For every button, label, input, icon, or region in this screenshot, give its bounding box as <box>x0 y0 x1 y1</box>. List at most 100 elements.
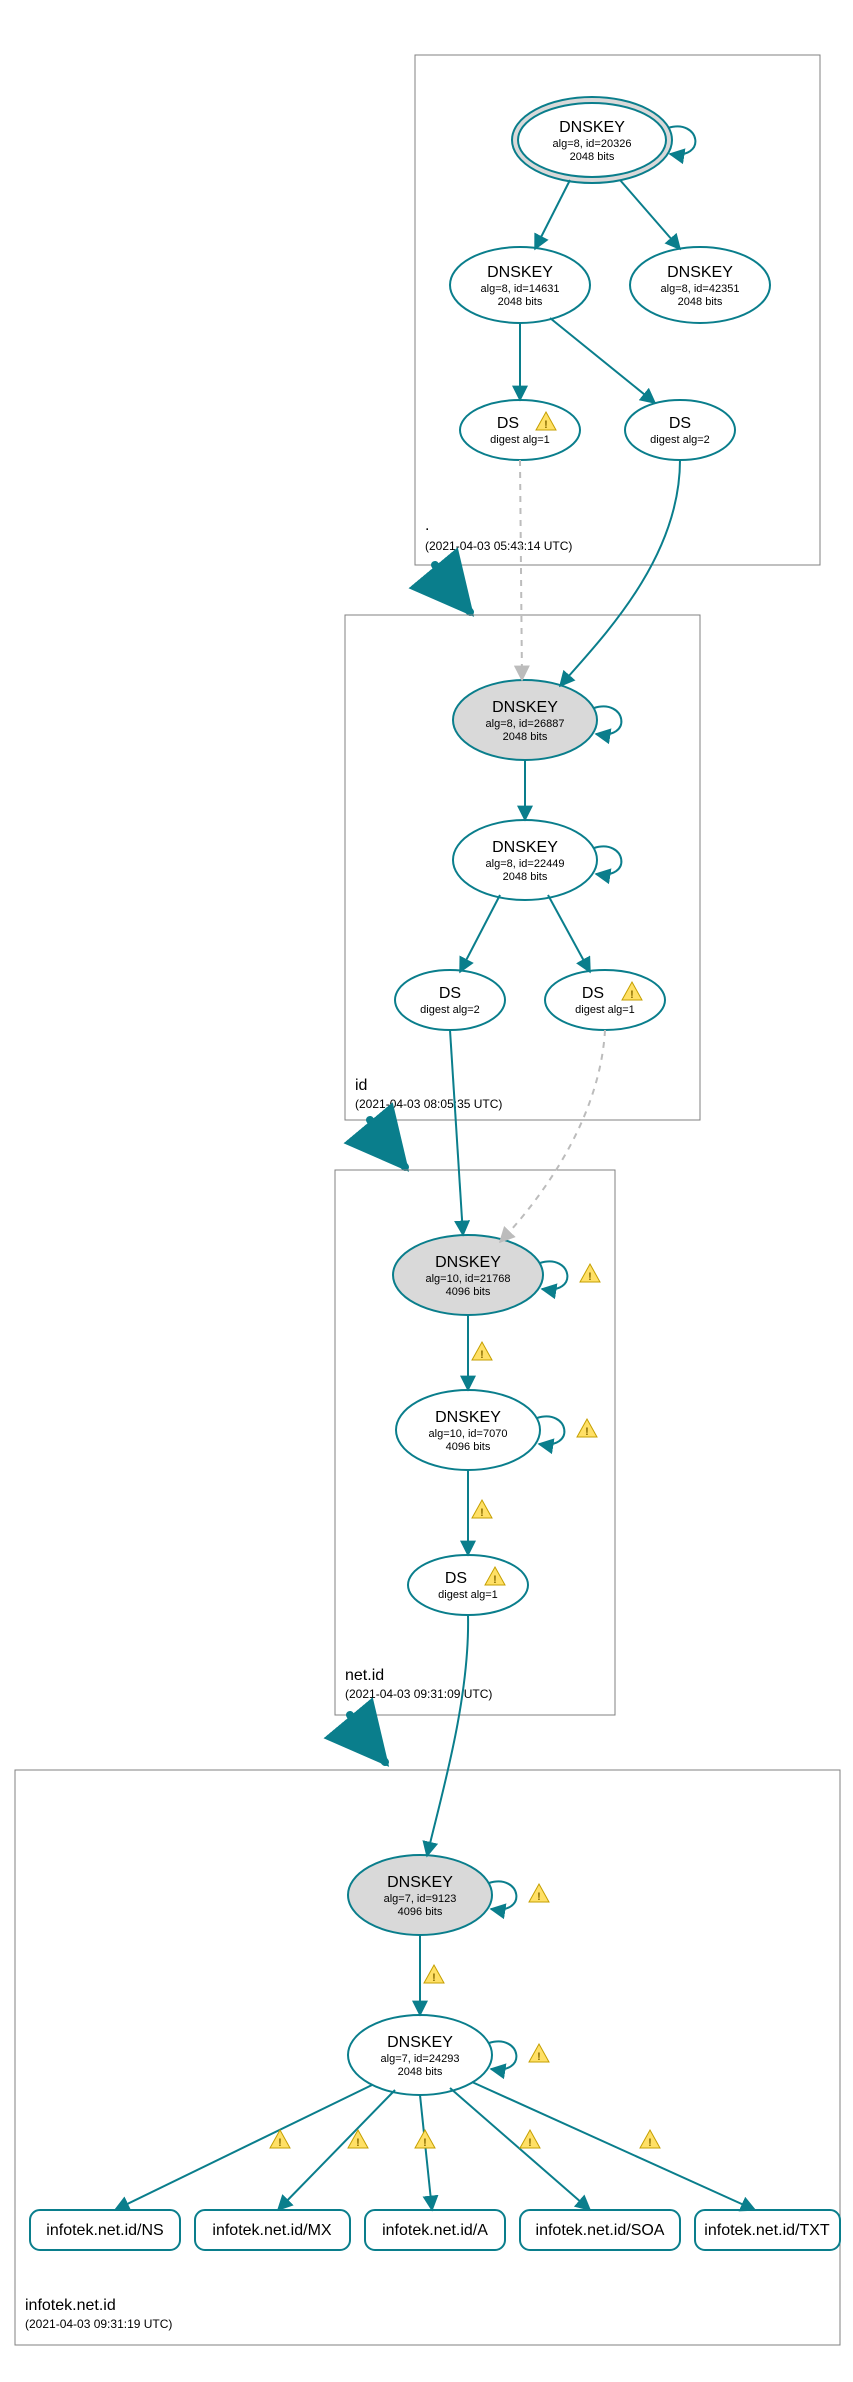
svg-text:DNSKEY: DNSKEY <box>559 119 625 136</box>
svg-text:alg=10, id=7070: alg=10, id=7070 <box>429 1428 508 1440</box>
svg-text:digest alg=2: digest alg=2 <box>420 1004 480 1016</box>
zone-infotek-timestamp: (2021-04-03 09:31:19 UTC) <box>25 2317 172 2331</box>
rrset-soa[interactable]: infotek.net.id/SOA <box>520 2210 680 2250</box>
svg-text:alg=8, id=20326: alg=8, id=20326 <box>553 138 632 150</box>
node-id-ds2[interactable]: DS digest alg=2 <box>395 970 505 1030</box>
rrset-a[interactable]: infotek.net.id/A <box>365 2210 505 2250</box>
edge-idzsk-ds2 <box>460 895 500 972</box>
svg-text:digest alg=1: digest alg=1 <box>438 1589 498 1601</box>
svg-text:DS: DS <box>497 415 519 432</box>
zone-id-timestamp: (2021-04-03 08:05:35 UTC) <box>355 1097 502 1111</box>
node-root-ds2[interactable]: DS digest alg=2 <box>625 400 735 460</box>
node-netid-ksk[interactable]: DNSKEY alg=10, id=21768 4096 bits <box>393 1235 543 1315</box>
warning-icon: ! <box>529 1884 549 1903</box>
svg-text:infotek.net.id/NS: infotek.net.id/NS <box>46 2222 163 2239</box>
svg-text:!: ! <box>423 2137 427 2149</box>
warning-icon: ! <box>577 1419 597 1438</box>
svg-text:2048 bits: 2048 bits <box>570 151 615 163</box>
node-root-ds1[interactable]: DS digest alg=1 <box>460 400 580 460</box>
warning-icon: ! <box>424 1965 444 1984</box>
svg-text:!: ! <box>648 2137 652 2149</box>
node-root-zsk2[interactable]: DNSKEY alg=8, id=42351 2048 bits <box>630 247 770 323</box>
edge-netidds-infksk <box>427 1615 468 1856</box>
svg-text:!: ! <box>537 2051 541 2063</box>
warning-icon: ! <box>529 2044 549 2063</box>
svg-text:!: ! <box>278 2137 282 2149</box>
svg-text:4096 bits: 4096 bits <box>398 1906 443 1918</box>
svg-text:DNSKEY: DNSKEY <box>435 1254 501 1271</box>
edge-infksk-self <box>489 1881 516 1909</box>
edge-idksk-self <box>594 706 621 734</box>
edge-delegation-root-id <box>435 565 470 612</box>
edge-infzsk-ns <box>115 2085 372 2210</box>
node-root-zsk1[interactable]: DNSKEY alg=8, id=14631 2048 bits <box>450 247 590 323</box>
edge-idzsk-ds1 <box>548 895 590 972</box>
dnssec-graph: . (2021-04-03 05:43:14 UTC) DNSKEY alg=8… <box>0 0 853 2382</box>
warning-icon: ! <box>415 2130 435 2149</box>
zone-root-label: . <box>425 517 429 534</box>
node-root-ksk[interactable]: DNSKEY alg=8, id=20326 2048 bits <box>512 97 672 183</box>
svg-text:2048 bits: 2048 bits <box>503 731 548 743</box>
rrset-mx[interactable]: infotek.net.id/MX <box>195 2210 350 2250</box>
svg-text:digest alg=1: digest alg=1 <box>490 434 550 446</box>
zone-id: id (2021-04-03 08:05:35 UTC) DNSKEY alg=… <box>345 460 700 1120</box>
zone-netid-timestamp: (2021-04-03 09:31:09 UTC) <box>345 1687 492 1701</box>
svg-text:!: ! <box>588 1271 592 1283</box>
svg-text:DNSKEY: DNSKEY <box>387 2034 453 2051</box>
edge-infzsk-mx <box>278 2090 395 2210</box>
svg-text:alg=7, id=24293: alg=7, id=24293 <box>381 2053 460 2065</box>
svg-text:alg=7, id=9123: alg=7, id=9123 <box>384 1893 457 1905</box>
node-netid-zsk[interactable]: DNSKEY alg=10, id=7070 4096 bits <box>396 1390 540 1470</box>
svg-text:!: ! <box>630 989 634 1001</box>
svg-text:DNSKEY: DNSKEY <box>435 1409 501 1426</box>
edge-delegation-id-netid <box>370 1120 405 1167</box>
node-id-ksk[interactable]: DNSKEY alg=8, id=26887 2048 bits <box>453 680 597 760</box>
node-id-ds1[interactable]: DS digest alg=1 <box>545 970 665 1030</box>
svg-text:2048 bits: 2048 bits <box>498 296 543 308</box>
svg-text:2048 bits: 2048 bits <box>398 2066 443 2078</box>
zone-netid-label: net.id <box>345 1667 384 1684</box>
svg-text:DS: DS <box>445 1570 467 1587</box>
svg-text:alg=8, id=14631: alg=8, id=14631 <box>481 283 560 295</box>
warning-icon: ! <box>348 2130 368 2149</box>
zone-id-label: id <box>355 1077 367 1094</box>
zone-infotek-label: infotek.net.id <box>25 2297 116 2314</box>
svg-text:2048 bits: 2048 bits <box>503 871 548 883</box>
node-id-zsk[interactable]: DNSKEY alg=8, id=22449 2048 bits <box>453 820 597 900</box>
svg-text:DNSKEY: DNSKEY <box>387 1874 453 1891</box>
edge-rootksk-zsk2 <box>620 180 680 249</box>
edge-netidksk-self <box>540 1261 567 1289</box>
svg-text:alg=8, id=26887: alg=8, id=26887 <box>486 718 565 730</box>
node-inf-zsk[interactable]: DNSKEY alg=7, id=24293 2048 bits <box>348 2015 492 2095</box>
edge-infzsk-soa <box>450 2088 590 2210</box>
svg-text:DS: DS <box>582 985 604 1002</box>
rrset-txt[interactable]: infotek.net.id/TXT <box>695 2210 840 2250</box>
zone-infotek: infotek.net.id (2021-04-03 09:31:19 UTC)… <box>15 1615 840 2345</box>
svg-text:!: ! <box>480 1507 484 1519</box>
svg-text:!: ! <box>493 1574 497 1586</box>
svg-text:DNSKEY: DNSKEY <box>492 839 558 856</box>
svg-text:!: ! <box>528 2137 532 2149</box>
rrset-ns[interactable]: infotek.net.id/NS <box>30 2210 180 2250</box>
zone-root: . (2021-04-03 05:43:14 UTC) DNSKEY alg=8… <box>415 55 820 565</box>
edge-infzsk-a <box>420 2095 432 2210</box>
svg-text:4096 bits: 4096 bits <box>446 1286 491 1298</box>
edge-rootds1-idksk <box>520 460 522 680</box>
edge-idds1-netidksk <box>500 1030 605 1242</box>
warning-icon: ! <box>640 2130 660 2149</box>
svg-text:!: ! <box>480 1349 484 1361</box>
svg-text:4096 bits: 4096 bits <box>446 1441 491 1453</box>
warning-icon: ! <box>472 1342 492 1361</box>
warning-icon: ! <box>580 1264 600 1283</box>
svg-text:!: ! <box>432 1972 436 1984</box>
svg-text:infotek.net.id/MX: infotek.net.id/MX <box>212 2222 332 2239</box>
svg-text:alg=8, id=42351: alg=8, id=42351 <box>661 283 740 295</box>
svg-text:alg=10, id=21768: alg=10, id=21768 <box>425 1273 510 1285</box>
svg-text:!: ! <box>544 419 548 431</box>
svg-text:infotek.net.id/A: infotek.net.id/A <box>382 2222 488 2239</box>
node-netid-ds[interactable]: DS digest alg=1 <box>408 1555 528 1615</box>
svg-text:DNSKEY: DNSKEY <box>487 264 553 281</box>
node-inf-ksk[interactable]: DNSKEY alg=7, id=9123 4096 bits <box>348 1855 492 1935</box>
zone-root-timestamp: (2021-04-03 05:43:14 UTC) <box>425 539 572 553</box>
svg-text:infotek.net.id/SOA: infotek.net.id/SOA <box>536 2222 665 2239</box>
